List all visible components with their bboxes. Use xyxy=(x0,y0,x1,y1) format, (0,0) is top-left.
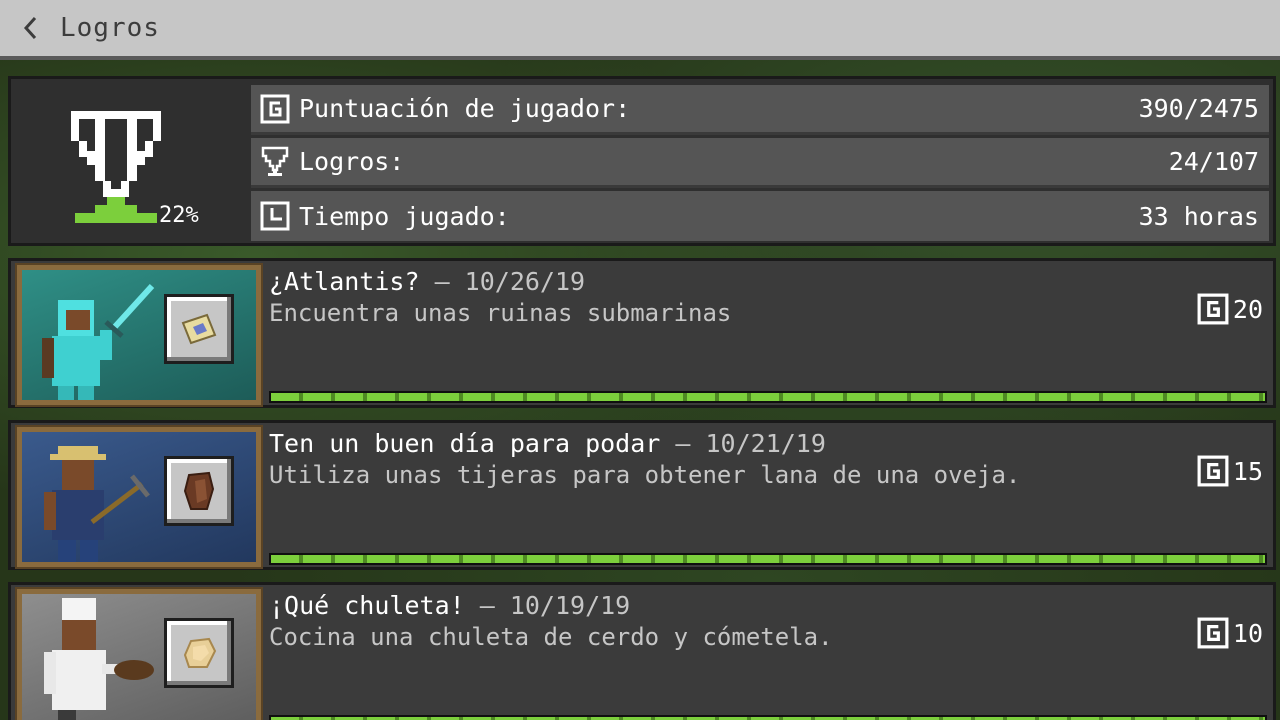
stat-row-gamerscore: Puntuación de jugador: 390/2475 xyxy=(251,85,1269,135)
stat-label: Logros: xyxy=(299,147,405,176)
progress-fill xyxy=(271,393,1265,401)
score-value: 10 xyxy=(1232,618,1263,648)
stat-label: Puntuación de jugador: xyxy=(299,94,631,123)
completion-percent: 22% xyxy=(159,203,199,228)
item-frame xyxy=(164,456,234,526)
progress-bar xyxy=(269,391,1267,403)
achievement-heading: ¡Qué chuleta! – 10/19/19 xyxy=(269,591,630,620)
back-button[interactable] xyxy=(0,0,60,58)
achievement-title: ¿Atlantis? xyxy=(269,267,420,296)
chevron-left-icon xyxy=(23,16,37,40)
item-frame xyxy=(164,618,234,688)
stat-label: Tiempo jugado: xyxy=(299,201,510,231)
achievement-title: Ten un buen día para podar xyxy=(269,429,661,458)
score-value: 15 xyxy=(1232,456,1263,486)
achievement-description: Utiliza unas tijeras para obtener lana d… xyxy=(269,461,1021,489)
porkchop-icon xyxy=(183,637,217,668)
trophy-icon xyxy=(259,146,291,178)
achievement-heading: Ten un buen día para podar – 10/21/19 xyxy=(269,429,826,458)
gamerscore-icon xyxy=(1197,455,1229,487)
achievement-score: 15 xyxy=(1197,455,1263,487)
achievement-date: – 10/19/19 xyxy=(464,591,631,620)
clock-icon xyxy=(259,200,291,232)
achievement-image xyxy=(15,587,263,720)
achievement-description: Cocina una chuleta de cerdo y cómetela. xyxy=(269,623,833,651)
achievement-date: – 10/26/19 xyxy=(419,267,586,296)
gamerscore-icon xyxy=(1197,617,1229,649)
achievement-card[interactable]: ¡Qué chuleta! – 10/19/19 Cocina una chul… xyxy=(8,582,1276,720)
achievement-image xyxy=(15,263,263,407)
progress-fill xyxy=(271,555,1265,563)
stat-value: 24/107 xyxy=(1168,147,1259,176)
gamerscore-icon xyxy=(259,93,291,125)
score-value: 20 xyxy=(1232,294,1263,324)
page-title: Logros xyxy=(60,13,160,43)
summary-panel: 22% Puntuación de jugador: 390/2475 Logr… xyxy=(8,76,1276,246)
progress-bar xyxy=(269,715,1267,720)
achievement-date: – 10/21/19 xyxy=(660,429,826,458)
achievement-score: 20 xyxy=(1197,293,1263,325)
map-icon xyxy=(181,313,217,345)
trophy-icon xyxy=(71,111,161,223)
stat-row-time-played: Tiempo jugado: 33 horas xyxy=(251,191,1269,241)
achievement-title: ¡Qué chuleta! xyxy=(269,591,465,620)
gamerscore-icon xyxy=(1197,293,1229,325)
top-bar: Logros xyxy=(0,0,1280,60)
item-frame xyxy=(164,294,234,364)
leather-icon xyxy=(183,471,215,510)
achievement-image xyxy=(15,425,263,569)
stat-value: 33 horas xyxy=(1138,201,1259,231)
stat-row-achievements: Logros: 24/107 xyxy=(251,138,1269,188)
achievement-card[interactable]: ¿Atlantis? – 10/26/19 Encuentra unas rui… xyxy=(8,258,1276,408)
achievement-card[interactable]: Ten un buen día para podar – 10/21/19 Ut… xyxy=(8,420,1276,570)
progress-bar xyxy=(269,553,1267,565)
stat-value: 390/2475 xyxy=(1138,94,1259,123)
achievement-score: 10 xyxy=(1197,617,1263,649)
achievement-heading: ¿Atlantis? – 10/26/19 xyxy=(269,267,585,296)
achievement-description: Encuentra unas ruinas submarinas xyxy=(269,299,732,327)
